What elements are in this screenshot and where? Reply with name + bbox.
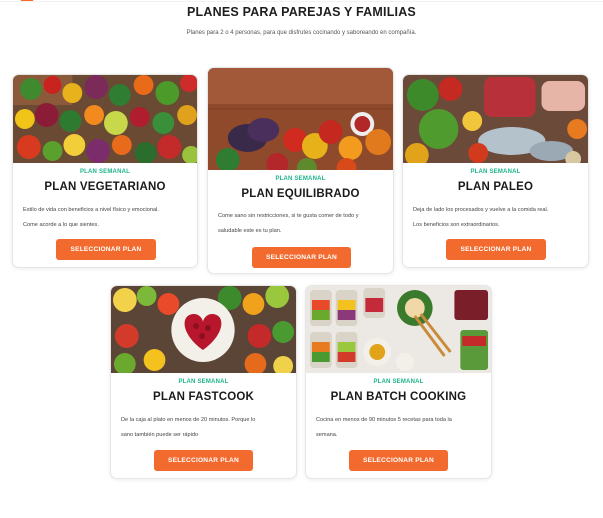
vegetables-photo <box>13 75 197 163</box>
meat-fish-vegetables-photo <box>403 75 588 163</box>
plan-kicker: PLAN SEMANAL <box>275 176 326 182</box>
plan-description-line: Deja de lado los procesados y vuelve a l… <box>413 207 549 213</box>
plan-description-line: semana. <box>316 432 338 438</box>
heart-fruit-bowl-photo <box>111 286 296 373</box>
plan-kicker: PLAN SEMANAL <box>178 379 229 385</box>
plan-description-line: Come acorde a lo que sientes. <box>23 222 99 228</box>
plan-description: De la caja al plato en menos de 20 minut… <box>121 413 288 443</box>
header-divider <box>0 1 603 2</box>
select-plan-button[interactable]: SELECCIONAR PLAN <box>56 239 156 260</box>
plan-card-batch-cooking: PLAN SEMANAL PLAN BATCH COOKING Cocina e… <box>305 285 492 479</box>
plan-name: PLAN FASTCOOK <box>153 391 254 403</box>
plan-name: PLAN EQUILIBRADO <box>241 188 360 200</box>
select-plan-button[interactable]: SELECCIONAR PLAN <box>252 247 351 268</box>
plan-description-line: sano también puede ser rápido <box>121 432 199 438</box>
plan-name: PLAN BATCH COOKING <box>330 391 467 403</box>
plan-card-fastcook: PLAN SEMANAL PLAN FASTCOOK De la caja al… <box>110 285 297 479</box>
section-title: PLANES PARA PAREJAS Y FAMILIAS <box>187 5 416 19</box>
plan-description-line: De la caja al plato en menos de 20 minut… <box>121 417 256 423</box>
plan-description-line: Cocina en menos de 90 minutos 5 recetas … <box>316 417 452 423</box>
plan-card-equilibrado: PLAN SEMANAL PLAN EQUILIBRADO Come sano … <box>207 67 394 274</box>
select-plan-button[interactable]: SELECCIONAR PLAN <box>154 450 253 471</box>
plan-card-vegetariano: PLAN SEMANAL PLAN VEGETARIANO Estilo de … <box>12 74 198 268</box>
select-plan-button[interactable]: SELECCIONAR PLAN <box>349 450 448 471</box>
plan-kicker: PLAN SEMANAL <box>79 169 131 175</box>
plan-description: Deja de lado los procesados y vuelve a l… <box>413 203 580 233</box>
plan-card-paleo: PLAN SEMANAL PLAN PALEO Deja de lado los… <box>402 74 589 268</box>
plan-description: Estilo de vida con beneficios a nivel fí… <box>23 203 189 233</box>
plan-description-line: Come sano sin restricciones, si te gusta… <box>218 213 359 219</box>
plan-name: PLAN VEGETARIANO <box>44 181 166 193</box>
plan-description-line: saludable este es tu plan. <box>218 228 282 234</box>
select-plan-button[interactable]: SELECCIONAR PLAN <box>446 239 546 260</box>
plan-description: Come sano sin restricciones, si te gusta… <box>218 209 385 239</box>
plan-kicker: PLAN SEMANAL <box>470 169 521 175</box>
plan-description: Cocina en menos de 90 minutos 5 recetas … <box>316 413 483 443</box>
meal-prep-jars-photo <box>306 286 491 373</box>
plan-name: PLAN PALEO <box>457 181 534 193</box>
mixed-vegetables-photo <box>208 68 393 170</box>
plan-description-line: Los beneficios son extraordinarios. <box>413 222 500 228</box>
plan-description-line: Estilo de vida con beneficios a nivel fí… <box>23 207 159 213</box>
section-subtitle: Planes para 2 o 4 personas, para que dis… <box>186 30 417 36</box>
plan-kicker: PLAN SEMANAL <box>373 379 424 385</box>
